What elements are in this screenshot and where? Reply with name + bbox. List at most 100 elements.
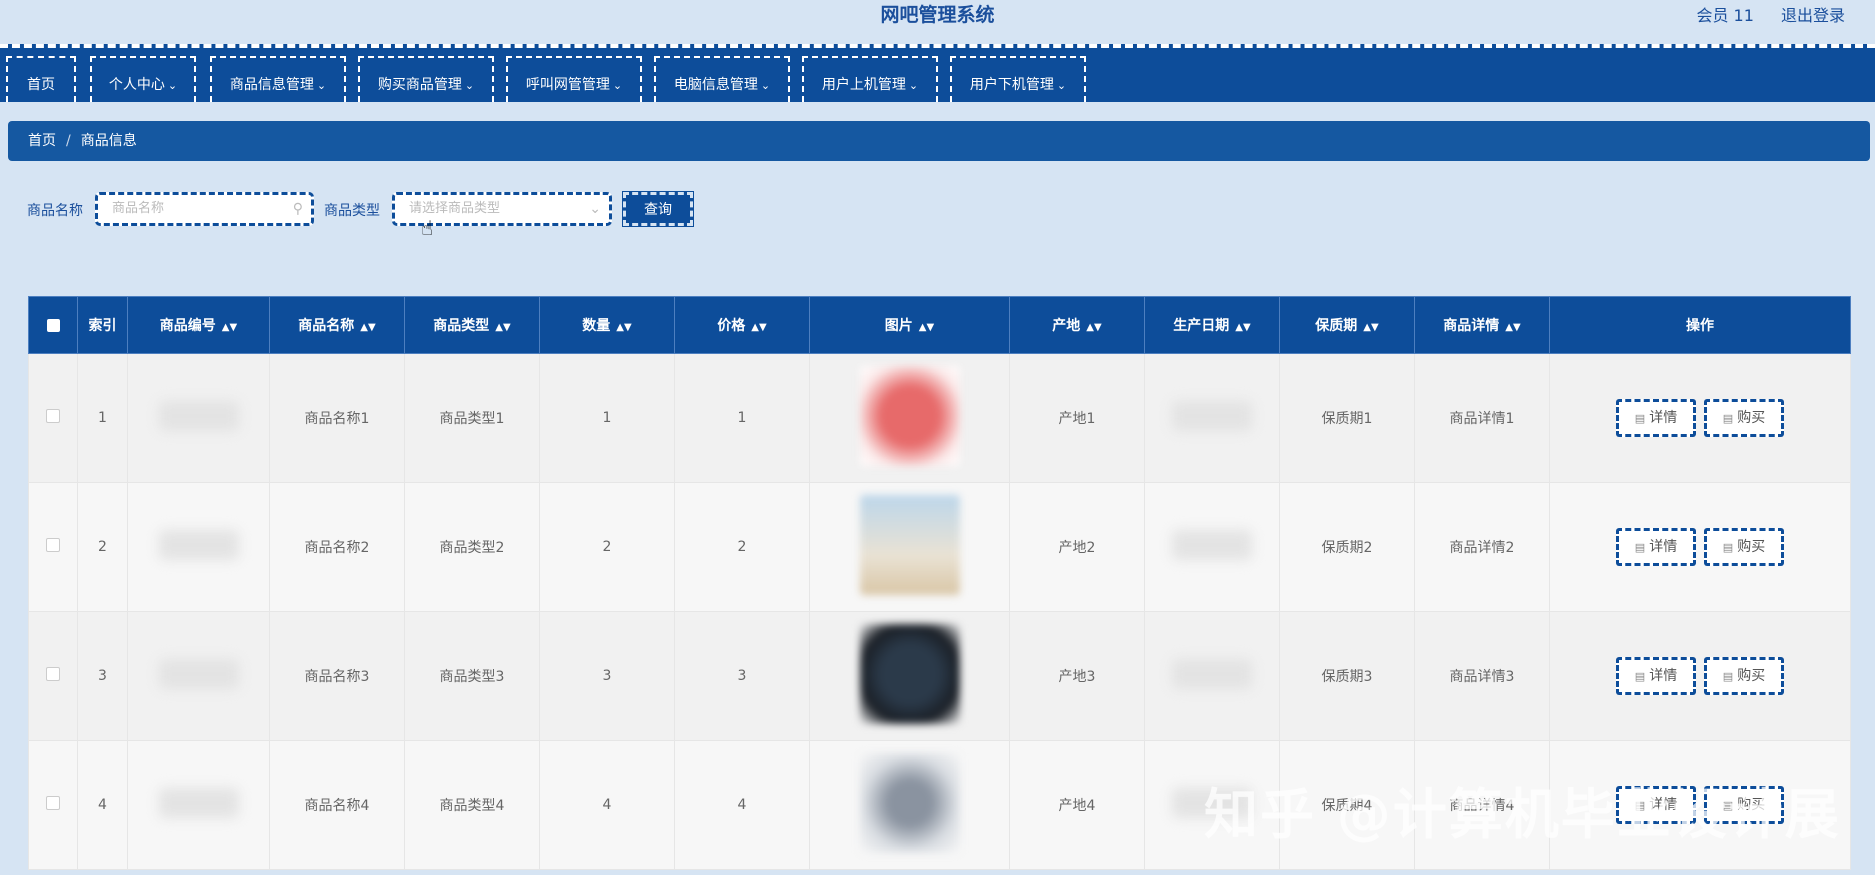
actions-cell: ▤ 详情 ▤ 购买: [1549, 611, 1851, 741]
column-header[interactable]: 生产日期 ▲▼: [1144, 296, 1280, 354]
quantity-cell: 4: [539, 740, 675, 870]
product-name-placeholder: 商品名称: [112, 201, 165, 216]
price-cell: 2: [674, 482, 810, 612]
detail-cell: 商品详情1: [1414, 353, 1550, 483]
origin-cell: 产地3: [1009, 611, 1145, 741]
product-image-cell: [809, 353, 1010, 483]
nav-item-home[interactable]: 首页: [6, 56, 76, 102]
document-icon: ▤: [1634, 412, 1646, 425]
product-image-cell: [809, 611, 1010, 741]
column-header[interactable]: 商品编号 ▲▼: [127, 296, 270, 354]
product-name-label: 商品名称: [27, 203, 83, 219]
buy-button[interactable]: ▤ 购买: [1704, 399, 1784, 437]
nav-item-label: 购买商品管理: [377, 77, 462, 93]
nav-item-product-info[interactable]: 商品信息管理 ⌄: [210, 56, 346, 102]
sort-icon: ▲▼: [1363, 322, 1379, 333]
actions-cell: ▤ 详情 ▤ 购买: [1549, 482, 1851, 612]
quantity-cell: 3: [539, 611, 675, 741]
product-type-cell: 商品类型4: [404, 740, 540, 870]
detail-button[interactable]: ▤ 详情: [1616, 657, 1696, 695]
nav-item-purchase[interactable]: 购买商品管理 ⌄: [358, 56, 494, 102]
sort-icon: ▲▼: [221, 322, 238, 333]
logout-link[interactable]: 退出登录: [1781, 6, 1845, 25]
product-image-cell: [809, 482, 1010, 612]
sort-icon: ▲▼: [360, 322, 376, 333]
table-row: 2 商品名称2 商品类型2 2 2 产地2 保质期2 商品详情2 ▤ 详情 ▤ 购买: [28, 482, 1851, 612]
column-header: 操作: [1549, 296, 1851, 354]
quantity-cell: 1: [539, 353, 675, 483]
detail-cell: 商品详情3: [1414, 611, 1550, 741]
product-name-input[interactable]: 商品名称 ⚲: [95, 192, 314, 226]
nav-item-label: 用户下机管理: [969, 77, 1054, 93]
column-header[interactable]: 价格 ▲▼: [674, 296, 810, 354]
chevron-down-icon: ⌄: [612, 79, 623, 92]
nav-item-computer-info[interactable]: 电脑信息管理 ⌄: [654, 56, 790, 102]
origin-cell: 产地2: [1009, 482, 1145, 612]
system-title: 网吧管理系统: [880, 4, 995, 26]
price-cell: 1: [674, 353, 810, 483]
product-name-cell: 商品名称1: [269, 353, 405, 483]
column-header: 索引: [77, 296, 128, 354]
search-bar: 商品名称 商品名称 ⚲ 商品类型 请选择商品类型 ⌄ 查询: [27, 191, 727, 227]
main-nav: 首页 个人中心 ⌄ 商品信息管理 ⌄ 购买商品管理 ⌄ 呼叫网管管理 ⌄ 电脑信息管理 ⌄…: [0, 44, 1875, 102]
column-header[interactable]: 保质期 ▲▼: [1279, 296, 1415, 354]
product-type-cell: 商品类型1: [404, 353, 540, 483]
chevron-down-icon: ⌄: [760, 79, 771, 92]
column-header[interactable]: 数量 ▲▼: [539, 296, 675, 354]
select-all-checkbox[interactable]: [28, 296, 78, 354]
product-image-cell: [809, 740, 1010, 870]
document-icon: ▤: [1722, 541, 1734, 554]
nav-item-label: 个人中心: [108, 77, 165, 93]
column-header[interactable]: 商品类型 ▲▼: [404, 296, 540, 354]
row-checkbox[interactable]: [28, 740, 78, 870]
product-name-cell: 商品名称2: [269, 482, 405, 612]
column-header[interactable]: 产地 ▲▼: [1009, 296, 1145, 354]
nav-item-label: 首页: [27, 77, 55, 93]
production-date-cell: [1144, 611, 1280, 741]
document-icon: ▤: [1634, 670, 1646, 683]
column-header[interactable]: 商品详情 ▲▼: [1414, 296, 1550, 354]
production-date-cell: [1144, 482, 1280, 612]
nav-item-call-admin[interactable]: 呼叫网管管理 ⌄: [506, 56, 642, 102]
breadcrumb-current: 商品信息: [80, 133, 137, 149]
chevron-down-icon: ⌄: [1056, 79, 1067, 92]
chevron-down-icon: ⌄: [316, 79, 327, 92]
query-button[interactable]: 查询: [622, 191, 694, 227]
product-type-cell: 商品类型3: [404, 611, 540, 741]
row-checkbox[interactable]: [28, 353, 78, 483]
chevron-down-icon: ⌄: [908, 79, 919, 92]
row-index: 4: [77, 740, 128, 870]
top-bar: 网吧管理系统 会员 11 退出登录: [0, 0, 1875, 44]
sort-icon: ▲▼: [918, 322, 935, 333]
user-area: 会员 11 退出登录: [1674, 2, 1845, 26]
product-name-cell: 商品名称3: [269, 611, 405, 741]
buy-button[interactable]: ▤ 购买: [1704, 528, 1784, 566]
sort-icon: ▲▼: [1505, 322, 1521, 333]
nav-item-user-login[interactable]: 用户上机管理 ⌄: [802, 56, 938, 102]
row-checkbox[interactable]: [28, 611, 78, 741]
column-header[interactable]: 图片 ▲▼: [809, 296, 1010, 354]
origin-cell: 产地1: [1009, 353, 1145, 483]
row-index: 3: [77, 611, 128, 741]
sort-icon: ▲▼: [751, 322, 767, 333]
nav-item-label: 电脑信息管理: [673, 77, 758, 93]
detail-button[interactable]: ▤ 详情: [1616, 399, 1696, 437]
row-checkbox[interactable]: [28, 482, 78, 612]
detail-cell: 商品详情2: [1414, 482, 1550, 612]
shelf-life-cell: 保质期1: [1279, 353, 1415, 483]
breadcrumb: 首页 / 商品信息: [8, 121, 1870, 161]
member-label[interactable]: 会员 11: [1696, 6, 1753, 25]
nav-item-user-logout[interactable]: 用户下机管理 ⌄: [950, 56, 1086, 102]
detail-button[interactable]: ▤ 详情: [1616, 528, 1696, 566]
breadcrumb-home[interactable]: 首页: [28, 133, 56, 149]
search-icon: ⚲: [292, 201, 303, 217]
buy-button[interactable]: ▤ 购买: [1704, 657, 1784, 695]
sort-icon: ▲▼: [616, 322, 632, 333]
column-header[interactable]: 商品名称 ▲▼: [269, 296, 405, 354]
product-code-cell: [127, 740, 270, 870]
product-type-label: 商品类型: [324, 203, 380, 219]
document-icon: ▤: [1722, 412, 1734, 425]
nav-item-personal-center[interactable]: 个人中心 ⌄: [90, 56, 196, 102]
nav-item-label: 呼叫网管管理: [525, 77, 610, 93]
row-index: 2: [77, 482, 128, 612]
